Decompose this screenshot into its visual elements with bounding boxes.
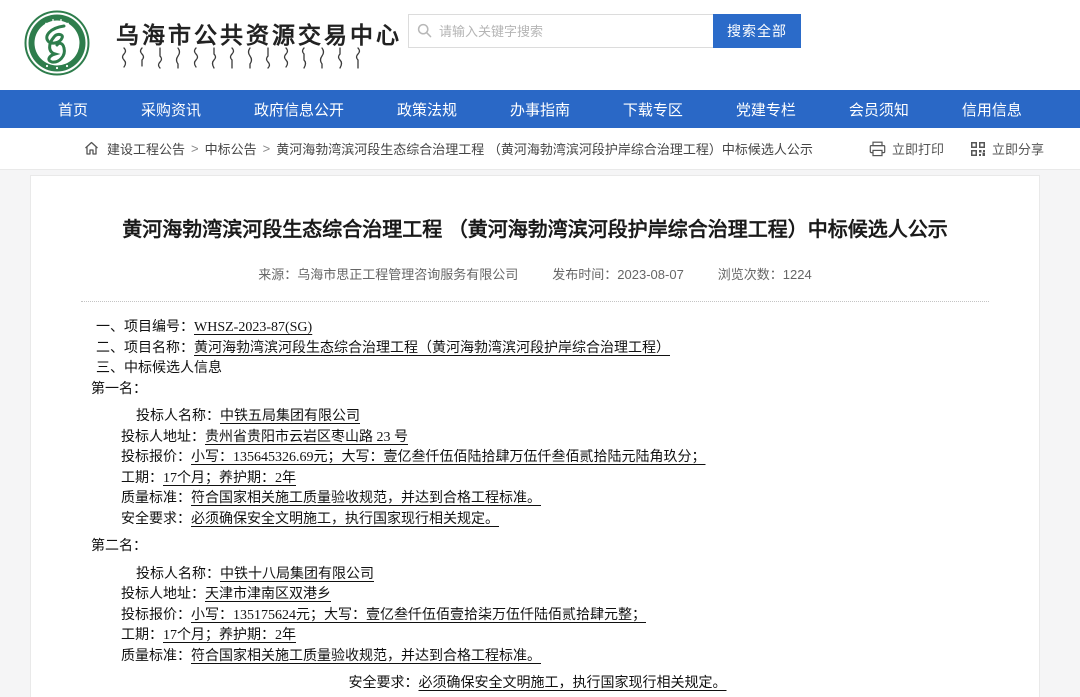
divider (81, 301, 989, 302)
nav-item-4[interactable]: 办事指南 (510, 99, 570, 120)
article-meta: 来源：乌海市思正工程管理咨询服务有限公司 发布时间：2023-08-07 浏览次… (31, 264, 1039, 283)
line-label: 投标报价： (121, 608, 191, 623)
line-value: 贵州省贵阳市云岩区枣山路 23 号 (205, 430, 408, 445)
breadcrumb: 建设工程公告 > 中标公告 > 黄河海勃湾滨河段生态综合治理工程 （黄河海勃湾滨河段护岸… (107, 139, 869, 158)
search-all-button[interactable]: 搜索全部 (713, 14, 801, 48)
article-title: 黄河海勃湾滨河段生态综合治理工程 （黄河海勃湾滨河段护岸综合治理工程）中标候选人… (71, 216, 999, 244)
announcement-card: 黄河海勃湾滨河段生态综合治理工程 （黄河海勃湾滨河段护岸综合治理工程）中标候选人… (30, 175, 1040, 697)
breadcrumb-bar: 建设工程公告 > 中标公告 > 黄河海勃湾滨河段生态综合治理工程 （黄河海勃湾滨河段护岸… (0, 128, 1080, 170)
article-line-8: 质量标准：符合国家相关施工质量验收规范，并达到合格工程标准。 (91, 489, 984, 510)
line-value: 天津市津南区双港乡 (205, 587, 331, 602)
line-label: 投标人地址： (121, 587, 205, 602)
line-value: 必须确保安全文明施工，执行国家现行相关规定。 (419, 676, 727, 691)
article-line-16: 安全要求：必须确保安全文明施工，执行国家现行相关规定。 (91, 674, 984, 695)
nav-item-8[interactable]: 信用信息 (962, 99, 1022, 120)
nav-item-7[interactable]: 会员须知 (849, 99, 909, 120)
line-value: 17个月；养护期：2年 (163, 628, 296, 643)
line-value: 符合国家相关施工质量验收规范，并达到合格工程标准。 (191, 491, 541, 506)
line-label: 投标报价： (121, 450, 191, 465)
article-line-2: 三、中标候选人信息 (91, 359, 984, 380)
breadcrumb-item-1[interactable]: 中标公告 (205, 139, 257, 158)
breadcrumb-separator: > (263, 141, 271, 156)
nav-item-2[interactable]: 政府信息公开 (254, 99, 344, 120)
article-line-6: 投标报价：小写：135645326.69元；大写：壹亿叁仟伍佰陆拾肆万伍仟叁佰贰… (91, 448, 984, 469)
breadcrumb-actions: 立即打印 立即分享 (869, 139, 1044, 158)
print-label: 立即打印 (892, 139, 944, 158)
nav-item-3[interactable]: 政策法规 (397, 99, 457, 120)
breadcrumb-separator: > (191, 141, 199, 156)
line-label: 安全要求： (349, 676, 419, 691)
line-label: 第一名： (91, 382, 147, 397)
search-input[interactable] (408, 14, 713, 48)
article-line-3: 第一名： (91, 380, 984, 401)
article-line-12: 投标人地址：天津市津南区双港乡 (91, 585, 984, 606)
article-line-11: 投标人名称：中铁十八局集团有限公司 (91, 565, 984, 586)
meta-source: 来源：乌海市思正工程管理咨询服务有限公司 (258, 264, 518, 283)
print-button[interactable]: 立即打印 (869, 139, 944, 158)
line-label: 工期： (121, 628, 163, 643)
line-label: 投标人名称： (136, 409, 220, 424)
line-value: 黄河海勃湾滨河段生态综合治理工程（黄河海勃湾滨河段护岸综合治理工程） (194, 341, 670, 356)
main-navigation: 首页 采购资讯 政府信息公开 政策法规 办事指南 下载专区 党建专栏 会员须知 信用信息 (0, 90, 1080, 128)
search-bar: 搜索全部 (408, 14, 801, 48)
meta-publish-time: 发布时间：2023-08-07 (552, 264, 684, 283)
page: 乌海市公共资源交易中心 (0, 0, 1080, 697)
line-label: 质量标准： (121, 649, 191, 664)
nav-item-1[interactable]: 采购资讯 (141, 99, 201, 120)
article-line-13: 投标报价：小写：135175624元；大写：壹亿叁仟伍佰壹拾柒万伍仟陆佰贰拾肆元… (91, 606, 984, 627)
qr-code-icon (970, 141, 986, 157)
printer-icon (869, 141, 886, 157)
line-label: 三、中标候选人信息 (96, 361, 222, 376)
share-label: 立即分享 (992, 139, 1044, 158)
line-value: 小写：135175624元；大写：壹亿叁仟伍佰壹拾柒万伍仟陆佰贰拾肆元整； (191, 608, 646, 623)
line-label: 工期： (121, 471, 163, 486)
line-value: 符合国家相关施工质量验收规范，并达到合格工程标准。 (191, 649, 541, 664)
nav-item-6[interactable]: 党建专栏 (736, 99, 796, 120)
article-line-7: 工期：17个月；养护期：2年 (91, 469, 984, 490)
line-value: 17个月；养护期：2年 (163, 471, 296, 486)
line-value: 中铁五局集团有限公司 (220, 409, 360, 424)
article-line-1: 二、项目名称：黄河海勃湾滨河段生态综合治理工程（黄河海勃湾滨河段护岸综合治理工程… (91, 339, 984, 360)
share-button[interactable]: 立即分享 (970, 139, 1044, 158)
article-line-14: 工期：17个月；养护期：2年 (91, 626, 984, 647)
line-label: 二、项目名称： (96, 341, 194, 356)
article-line-5: 投标人地址：贵州省贵阳市云岩区枣山路 23 号 (91, 428, 984, 449)
line-label: 第二名： (91, 539, 147, 554)
site-header: 乌海市公共资源交易中心 (0, 0, 1080, 90)
search-icon (417, 23, 432, 38)
site-title: 乌海市公共资源交易中心 (116, 16, 402, 50)
line-value: 中铁十八局集团有限公司 (220, 567, 374, 582)
mongolian-script (118, 46, 368, 70)
line-label: 质量标准： (121, 491, 191, 506)
article-line-10: 第二名： (91, 537, 984, 558)
article-line-0: 一、项目编号：WHSZ-2023-87(SG) (91, 318, 984, 339)
home-icon[interactable] (84, 141, 99, 156)
nav-item-5[interactable]: 下载专区 (623, 99, 683, 120)
line-label: 投标人名称： (136, 567, 220, 582)
nav-item-0[interactable]: 首页 (58, 99, 88, 120)
line-label: 一、项目编号： (96, 320, 194, 335)
site-logo-seal-icon (24, 10, 90, 76)
line-value: 小写：135645326.69元；大写：壹亿叁仟伍佰陆拾肆万伍仟叁佰贰拾陆元陆角… (191, 450, 706, 465)
article-line-9: 安全要求：必须确保安全文明施工，执行国家现行相关规定。 (91, 510, 984, 531)
article-line-15: 质量标准：符合国家相关施工质量验收规范，并达到合格工程标准。 (91, 647, 984, 668)
line-label: 投标人地址： (121, 430, 205, 445)
breadcrumb-item-2: 黄河海勃湾滨河段生态综合治理工程 （黄河海勃湾滨河段护岸综合治理工程）中标候选人… (276, 139, 813, 158)
article-line-4: 投标人名称：中铁五局集团有限公司 (91, 407, 984, 428)
meta-view-count: 浏览次数：1224 (718, 264, 812, 283)
line-label: 安全要求： (121, 512, 191, 527)
breadcrumb-item-0[interactable]: 建设工程公告 (107, 139, 185, 158)
line-value: 必须确保安全文明施工，执行国家现行相关规定。 (191, 512, 499, 527)
article-body: 一、项目编号：WHSZ-2023-87(SG)二、项目名称：黄河海勃湾滨河段生态… (91, 318, 984, 695)
line-value: WHSZ-2023-87(SG) (194, 320, 312, 335)
